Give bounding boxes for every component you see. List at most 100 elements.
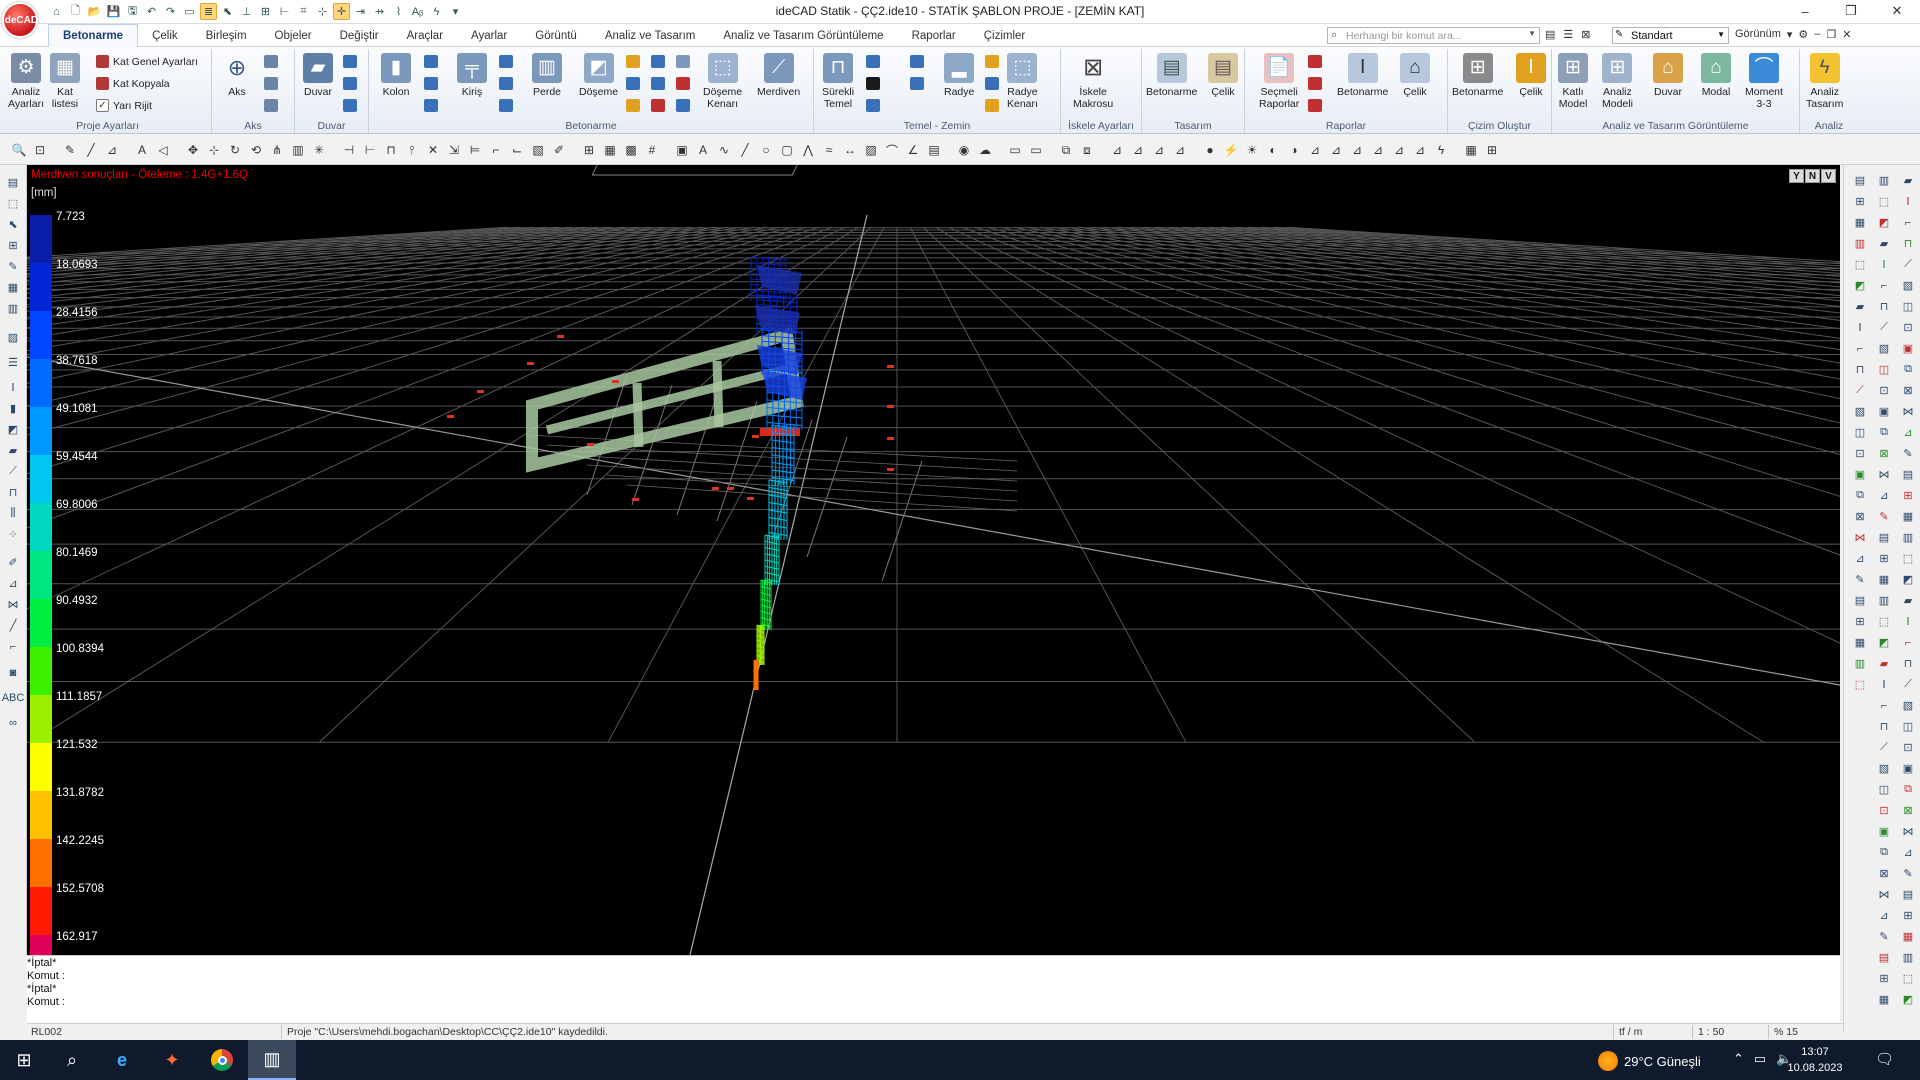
grid-icon[interactable]: ⊞ <box>1852 194 1868 209</box>
table-icon[interactable]: ▤ <box>1852 593 1868 608</box>
cross-box-icon[interactable]: ⊠ <box>1900 383 1916 398</box>
cross-box-icon[interactable]: ⊠ <box>1876 866 1892 881</box>
align-icon[interactable]: ⊨ <box>468 143 482 157</box>
tab-ayarlar[interactable]: Ayarlar <box>457 24 521 47</box>
snap-mid-icon[interactable]: ⇸ <box>371 3 388 20</box>
duvar-goruntu-button[interactable]: ⌂ Duvar <box>1653 53 1683 98</box>
tab-araclar[interactable]: Araçlar <box>393 24 457 47</box>
edit-icon[interactable]: ✎ <box>1852 572 1868 587</box>
plot-icon[interactable]: ⊿ <box>1308 143 1322 157</box>
rapor-betonarme-button[interactable]: Ⅰ Betonarme <box>1337 53 1388 98</box>
column-tool-icon[interactable] <box>424 99 438 112</box>
report-tool-icon[interactable] <box>1308 55 1322 68</box>
rect-icon[interactable]: ▢ <box>780 143 794 157</box>
table-icon[interactable]: ▤ <box>1900 467 1916 482</box>
restore-ribbon-icon[interactable]: ❐ <box>1826 28 1836 41</box>
offset-icon[interactable]: ⊓ <box>384 143 398 157</box>
chevron-up-icon[interactable]: ⌃ <box>1733 1051 1744 1067</box>
edge-browser-icon[interactable]: e <box>98 1040 146 1080</box>
beam-tool-icon[interactable] <box>499 99 513 112</box>
foundation-tool-icon[interactable] <box>866 77 880 90</box>
slab-icon[interactable]: ◩ <box>1900 992 1916 1007</box>
tab-goruntu[interactable]: Görüntü <box>521 24 591 47</box>
screen-icon[interactable]: ▭ <box>181 3 198 20</box>
slab-icon[interactable]: ◩ <box>1900 572 1916 587</box>
truss-icon[interactable]: ⋈ <box>1876 467 1892 482</box>
pipe-icon[interactable]: ⌐ <box>1900 215 1916 230</box>
object-icon[interactable]: ⬚ <box>5 196 21 211</box>
wall-tool-icon[interactable] <box>343 55 357 68</box>
analiz-tasarim-button[interactable]: ϟ Analiz Tasarım <box>1806 53 1843 110</box>
layer-on-icon[interactable]: ▦ <box>1464 143 1478 157</box>
extend-icon[interactable]: ⊢ <box>363 143 377 157</box>
cross-box-icon[interactable]: ⊠ <box>1876 446 1892 461</box>
foundation-tool-icon[interactable] <box>866 99 880 112</box>
stretch-icon[interactable]: ⊹ <box>207 143 221 157</box>
truss-icon[interactable]: ⋈ <box>1900 824 1916 839</box>
ramp-icon[interactable]: ⊿ <box>1900 425 1916 440</box>
modal-button[interactable]: ⌂ Modal <box>1701 53 1731 98</box>
tab-betonarme[interactable]: Betonarme <box>48 24 139 47</box>
block-icon[interactable]: ▣ <box>1900 341 1916 356</box>
polyline-icon[interactable]: ⋀ <box>801 143 815 157</box>
tab-celik[interactable]: Çelik <box>138 24 192 47</box>
raft-tool-icon[interactable] <box>985 77 999 90</box>
stair-icon[interactable]: ⟋ <box>1852 383 1868 398</box>
hatch-icon[interactable]: ▧ <box>1900 698 1916 713</box>
chart-icon[interactable]: ▥ <box>5 301 21 316</box>
column-tool-icon[interactable] <box>424 77 438 90</box>
edit-icon[interactable]: ✎ <box>1900 446 1916 461</box>
duvar-button[interactable]: ▰ Duvar <box>303 53 333 98</box>
block-icon[interactable]: ▣ <box>1852 467 1868 482</box>
dimension-icon[interactable]: ↔ <box>843 143 857 157</box>
chart-icon[interactable]: ▥ <box>1852 656 1868 671</box>
plot5-icon[interactable]: ⊿ <box>1392 143 1406 157</box>
box-icon[interactable]: ⬚ <box>1876 614 1892 629</box>
spline-icon[interactable]: ∿ <box>717 143 731 157</box>
tasarim-betonarme-button[interactable]: ▤ Betonarme <box>1146 53 1197 98</box>
tab-birlesim[interactable]: Birleşim <box>192 24 261 47</box>
beam-icon[interactable]: Ⅰ <box>1876 257 1892 272</box>
stair-icon[interactable]: ⟋ <box>1876 320 1892 335</box>
wall-tool-icon[interactable] <box>343 77 357 90</box>
hatch2-icon[interactable]: ▨ <box>864 143 878 157</box>
panel-icon[interactable]: ◫ <box>1900 299 1916 314</box>
slab-icon[interactable]: ◩ <box>1876 215 1892 230</box>
list-icon[interactable]: ☰ <box>5 355 21 370</box>
section-icon[interactable]: ⊿ <box>1110 143 1124 157</box>
analiz-modeli-button[interactable]: ⊞ Analiz Modeli <box>1602 53 1633 110</box>
wall-tool-icon[interactable] <box>343 99 357 112</box>
pipe-icon[interactable]: ⌐ <box>1876 278 1892 293</box>
beam-tool-icon[interactable] <box>499 77 513 90</box>
grid2-icon[interactable]: ▦ <box>603 143 617 157</box>
foundation-tool-icon[interactable] <box>910 77 924 90</box>
grid-icon[interactable]: ⊞ <box>1852 614 1868 629</box>
wave-icon[interactable]: ≈ <box>822 143 836 157</box>
view-menu[interactable]: Görünüm <box>1735 28 1781 41</box>
join-icon[interactable]: ✕ <box>426 143 440 157</box>
hatch-icon[interactable]: ▧ <box>531 143 545 157</box>
kolon-button[interactable]: ▮ Kolon <box>381 53 411 98</box>
scale-indicator[interactable]: 1 : 50 <box>1698 1026 1724 1038</box>
grid-icon[interactable]: ⊞ <box>582 143 596 157</box>
raft-tool-icon[interactable] <box>985 55 999 68</box>
stair-icon[interactable]: ⟋ <box>1900 677 1916 692</box>
layer-icon[interactable]: ▦ <box>1876 992 1892 1007</box>
beam-tool-icon[interactable] <box>499 55 513 68</box>
secmeli-raporlar-button[interactable]: 📄 Seçmeli Raporlar <box>1259 53 1299 110</box>
style-select[interactable]: ✎ Standart ▼ <box>1612 27 1729 44</box>
copy-icon[interactable]: ⧉ <box>1900 362 1916 377</box>
hatch-icon[interactable]: ▧ <box>1852 404 1868 419</box>
trim-icon[interactable]: ⌇ <box>390 3 407 20</box>
group-icon[interactable]: ⊞ <box>5 238 21 253</box>
section4-icon[interactable]: ⊿ <box>1173 143 1187 157</box>
copy-icon[interactable]: ⧉ <box>1852 488 1868 503</box>
foundation-icon[interactable]: ⊓ <box>1900 236 1916 251</box>
surekli-temel-button[interactable]: ⊓ Sürekli Temel <box>822 53 854 110</box>
radye-button[interactable]: ▂ Radye <box>944 53 974 98</box>
doseme-kenari-button[interactable]: ⬚ Döşeme Kenarı <box>703 53 742 110</box>
slab-icon[interactable]: ◩ <box>1852 278 1868 293</box>
cross-box-icon[interactable]: ⊠ <box>1852 509 1868 524</box>
stair-icon[interactable]: ⟋ <box>1876 740 1892 755</box>
command-prompt[interactable]: Komut : <box>27 996 65 1008</box>
